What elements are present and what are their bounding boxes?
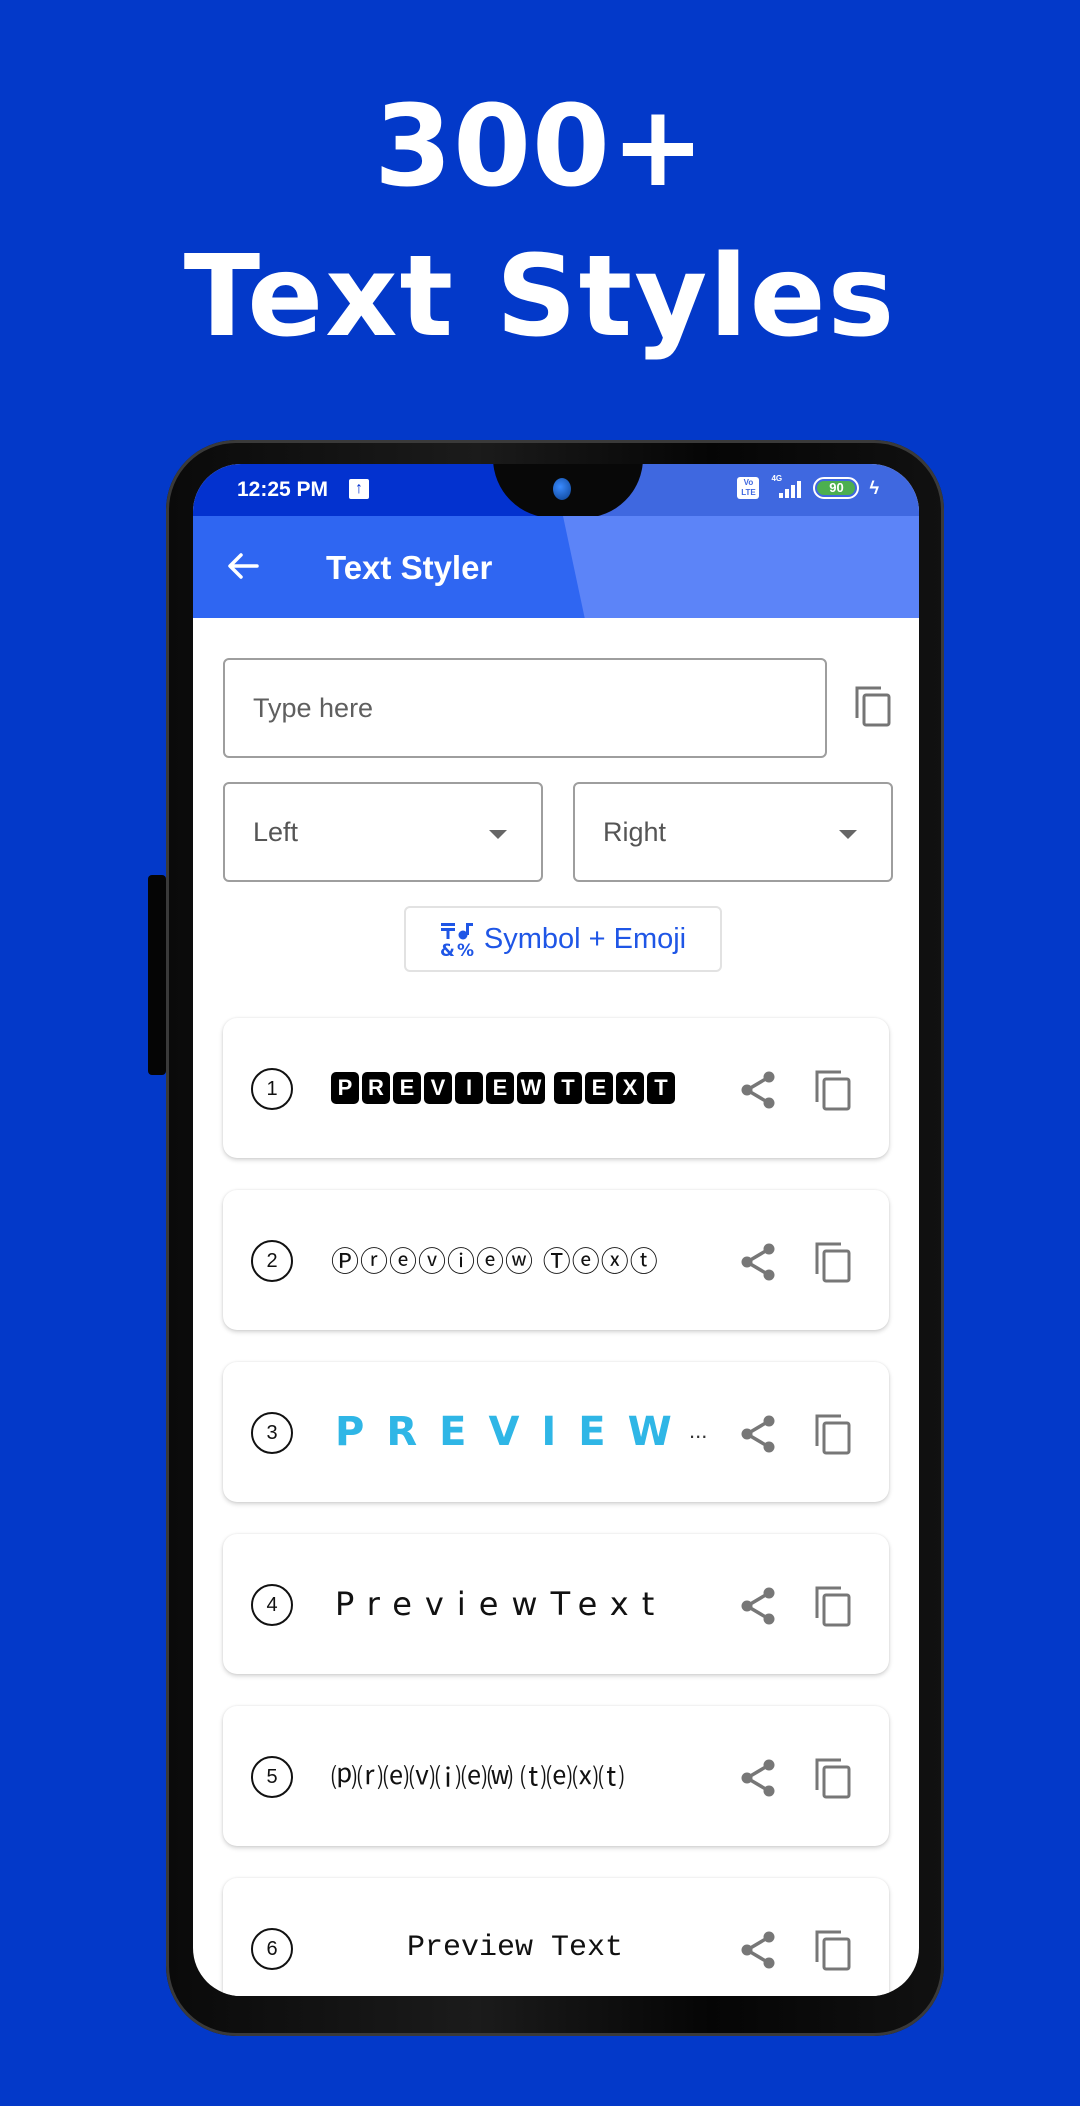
text-input[interactable] bbox=[223, 658, 827, 758]
boxed-letter: E bbox=[393, 1072, 421, 1104]
boxed-letter: E bbox=[486, 1072, 514, 1104]
style-card[interactable]: 2 Ⓟⓡⓔⓥⓘⓔⓦ Ⓣⓔⓧⓣ bbox=[223, 1190, 889, 1330]
copy-icon[interactable] bbox=[813, 1240, 853, 1284]
style-number: 1 bbox=[251, 1068, 293, 1110]
style-preview[interactable]: PREVIEWTEXT bbox=[331, 1018, 709, 1158]
camera-icon bbox=[553, 478, 571, 500]
boxed-letter: I bbox=[455, 1072, 483, 1104]
style-card[interactable]: 5 ⒫⒭⒠⒱⒤⒠⒲ ⒯⒠⒳⒯ bbox=[223, 1706, 889, 1846]
promo-headline-count: 300+ bbox=[374, 82, 706, 212]
chevron-down-icon bbox=[489, 830, 507, 839]
truncation-ellipsis: ... bbox=[689, 1418, 708, 1443]
share-icon[interactable] bbox=[739, 1586, 777, 1626]
style-preview[interactable]: PreviewText bbox=[335, 1534, 713, 1674]
promo-headline-title: Text Styles bbox=[183, 232, 897, 362]
style-preview[interactable]: Preview Text bbox=[331, 1878, 709, 1996]
app-bar: Text Styler bbox=[193, 516, 919, 618]
copy-icon[interactable] bbox=[813, 1068, 853, 1112]
left-decoration-dropdown[interactable]: Left bbox=[223, 782, 543, 882]
bolt-icon: ϟ bbox=[869, 477, 879, 498]
symbols-icon: & % bbox=[440, 923, 474, 957]
status-bar: 12:25 PM ↑ Vo LTE 4G 90 ϟ bbox=[193, 464, 919, 518]
copy-icon[interactable] bbox=[813, 1756, 853, 1800]
style-card[interactable]: 3 PREVIEW ... bbox=[223, 1362, 889, 1502]
style-preview[interactable]: ⒫⒭⒠⒱⒤⒠⒲ ⒯⒠⒳⒯ bbox=[331, 1706, 709, 1846]
style-number: 6 bbox=[251, 1928, 293, 1970]
style-preview[interactable]: PREVIEW bbox=[335, 1362, 685, 1502]
volte-icon: Vo LTE bbox=[737, 477, 760, 499]
battery-icon: 90 bbox=[813, 477, 860, 499]
symbol-emoji-button[interactable]: & % Symbol + Emoji bbox=[404, 906, 722, 972]
symbol-emoji-label: Symbol + Emoji bbox=[483, 922, 687, 955]
svg-text:&: & bbox=[440, 941, 455, 957]
copy-icon[interactable] bbox=[813, 1412, 853, 1456]
chevron-down-icon bbox=[839, 830, 857, 839]
copy-icon[interactable] bbox=[813, 1928, 853, 1972]
phone-screen: 12:25 PM ↑ Vo LTE 4G 90 ϟ Text Styler Ty… bbox=[193, 464, 919, 1996]
style-preview[interactable]: Ⓟⓡⓔⓥⓘⓔⓦ Ⓣⓔⓧⓣ bbox=[331, 1190, 709, 1330]
share-icon[interactable] bbox=[739, 1930, 777, 1970]
style-card[interactable]: 6 Preview Text bbox=[223, 1878, 889, 1996]
boxed-letter: R bbox=[362, 1072, 390, 1104]
upload-icon: ↑ bbox=[349, 479, 369, 499]
boxed-letter: V bbox=[424, 1072, 452, 1104]
boxed-letter: T bbox=[554, 1072, 582, 1104]
status-icons: Vo LTE 4G 90 ϟ bbox=[737, 474, 879, 500]
copy-icon[interactable] bbox=[813, 1584, 853, 1628]
share-icon[interactable] bbox=[739, 1414, 777, 1454]
left-dropdown-value: Left bbox=[253, 817, 299, 847]
boxed-letter: T bbox=[647, 1072, 675, 1104]
right-dropdown-value: Right bbox=[603, 817, 667, 847]
style-number: 3 bbox=[251, 1412, 293, 1454]
boxed-letter: W bbox=[517, 1072, 545, 1104]
app-bar-highlight bbox=[563, 516, 919, 618]
boxed-letter: P bbox=[331, 1072, 359, 1104]
status-time: 12:25 PM bbox=[237, 478, 329, 501]
style-card[interactable]: 1 PREVIEWTEXT bbox=[223, 1018, 889, 1158]
battery-percent: 90 bbox=[817, 481, 856, 495]
share-icon[interactable] bbox=[739, 1070, 777, 1110]
network-type-label: 4G bbox=[771, 474, 783, 483]
style-card[interactable]: 4 PreviewText bbox=[223, 1534, 889, 1674]
share-icon[interactable] bbox=[739, 1758, 777, 1798]
copy-icon[interactable] bbox=[853, 684, 893, 728]
style-number: 2 bbox=[251, 1240, 293, 1282]
svg-text:%: % bbox=[457, 941, 474, 957]
phone-side-button bbox=[148, 875, 166, 1075]
right-decoration-dropdown[interactable]: Right bbox=[573, 782, 893, 882]
boxed-letter: X bbox=[616, 1072, 644, 1104]
share-icon[interactable] bbox=[739, 1242, 777, 1282]
boxed-letter: E bbox=[585, 1072, 613, 1104]
style-number: 5 bbox=[251, 1756, 293, 1798]
arrow-left-icon[interactable] bbox=[223, 546, 263, 586]
app-title: Text Styler bbox=[326, 549, 493, 586]
style-number: 4 bbox=[251, 1584, 293, 1626]
signal-icon: 4G bbox=[769, 474, 803, 500]
